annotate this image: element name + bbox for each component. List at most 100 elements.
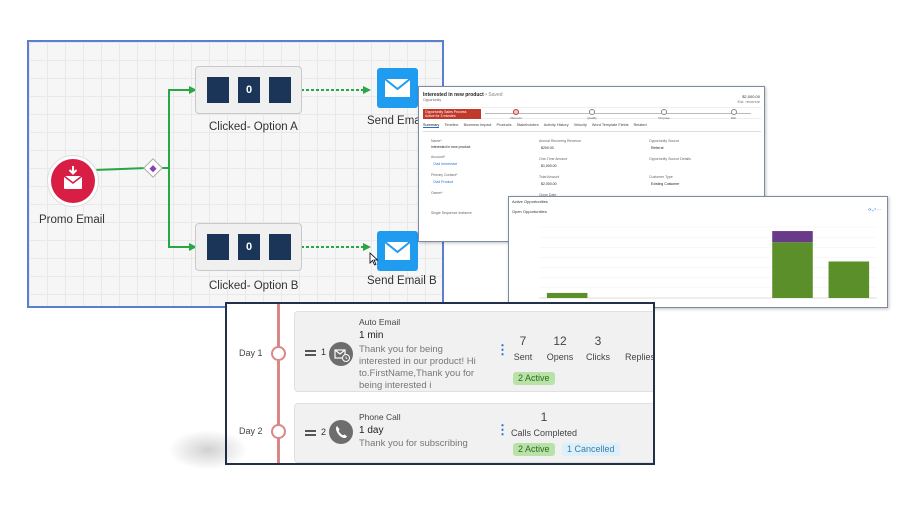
option-a-label: Clicked- Option A xyxy=(209,121,298,133)
condition-marker xyxy=(149,165,157,173)
timeline-dot xyxy=(271,424,286,439)
field-label: Primary Contact* xyxy=(431,173,458,177)
chart-bar-series-0[interactable] xyxy=(828,261,870,298)
day-label: Day 1 xyxy=(239,348,263,358)
opportunities-chart-panel[interactable]: Active Opportunities Open Opportunities … xyxy=(508,196,888,308)
field-label: Owner* xyxy=(431,191,443,195)
stage-win-label: Win xyxy=(730,116,737,120)
step-description: Thank you for subscribing xyxy=(359,438,468,449)
step-description: Thank you for being interested in our pr… xyxy=(359,344,476,391)
stat-opens: 12 Opens xyxy=(546,334,574,362)
one-time-amount-field[interactable]: $1,000.00 xyxy=(541,164,557,168)
send-email-b-node[interactable] xyxy=(377,231,418,271)
field-label: One-Time Amount xyxy=(539,157,568,161)
tab-business-impact[interactable]: Business Impact xyxy=(464,123,492,127)
drop-shadow xyxy=(168,430,248,470)
phone-icon xyxy=(329,420,353,444)
stage-propose-label: Propose xyxy=(658,116,670,120)
step-duration: 1 min xyxy=(359,330,384,341)
stage-discover-label: Discover xyxy=(510,116,523,120)
tile-block xyxy=(207,77,229,103)
opportunity-amount: $2,000.00 Est. revenue xyxy=(737,94,760,104)
tab-summary[interactable]: Summary xyxy=(423,123,440,128)
step-more-icon[interactable]: ⋮ xyxy=(496,343,509,356)
stage-discover-dot[interactable] xyxy=(513,109,519,115)
stat-replies: Replies xyxy=(624,352,655,362)
drag-handle-icon[interactable] xyxy=(305,354,316,356)
field-label: Total Amount xyxy=(539,175,560,179)
step-type: Phone Call xyxy=(359,412,401,422)
field-label: Single Sequence Instance xyxy=(431,211,472,215)
step-more-icon[interactable]: ⋮ xyxy=(496,423,509,436)
step-index: 1 xyxy=(321,347,327,357)
timeline-dot xyxy=(271,346,286,361)
status-badge[interactable]: 2 Active xyxy=(513,443,555,456)
stage-qualify-label: Qualify xyxy=(587,116,597,120)
envelope-icon xyxy=(384,241,411,260)
option-b-count: 0 xyxy=(238,234,260,260)
annual-revenue-field[interactable]: $200.00 xyxy=(541,146,554,150)
stage-qualify-dot[interactable] xyxy=(589,109,595,115)
tab-word-templates[interactable]: Word Template Fields xyxy=(592,123,629,127)
option-b-tile[interactable]: 0 xyxy=(195,223,302,271)
bar-chart xyxy=(539,226,877,299)
mouse-cursor-icon xyxy=(369,252,379,266)
tab-timeline[interactable]: Timeline xyxy=(444,123,458,127)
name-field[interactable]: Interested in new product xyxy=(431,145,470,149)
stat-calls-completed: 1 Calls Completed xyxy=(510,410,578,438)
field-label: Name* xyxy=(431,139,442,143)
stage-win-dot[interactable] xyxy=(731,109,737,115)
customer-type-field[interactable]: Existing Customer xyxy=(651,182,679,186)
stat-clicks: 3 Clicks xyxy=(586,334,610,362)
email-download-icon xyxy=(63,166,83,189)
option-b-label: Clicked- Option B xyxy=(209,280,299,292)
account-link[interactable]: Ovid Immersive xyxy=(433,162,457,166)
process-flag[interactable]: Opportunity Sales Process Active for 3 m… xyxy=(423,109,481,119)
contact-link[interactable]: Ovid Product xyxy=(433,180,453,184)
chart-bar-series-0[interactable] xyxy=(772,242,813,298)
total-amount-field[interactable]: $2,000.00 xyxy=(541,182,557,186)
opportunity-subtitle: Opportunity xyxy=(423,98,442,102)
timeline-rail xyxy=(277,304,280,463)
status-badge[interactable]: 1 Cancelled xyxy=(562,443,620,456)
journey-canvas[interactable]: Promo Email 0 Clicked- Option A 0 Clicke… xyxy=(27,40,444,308)
chart-bar-series-1[interactable] xyxy=(772,231,813,243)
step-type: Auto Email xyxy=(359,317,401,327)
drag-handle-icon[interactable] xyxy=(305,430,316,432)
send-email-b-label: Send Email B xyxy=(367,275,437,287)
tile-block xyxy=(269,234,291,260)
tab-activity-history[interactable]: Activity History xyxy=(544,123,569,127)
drag-handle-icon[interactable] xyxy=(305,350,316,352)
stage-line xyxy=(485,113,751,114)
tab-related[interactable]: Related xyxy=(634,123,647,127)
tile-block xyxy=(269,77,291,103)
sequence-step-card[interactable]: 2 Phone Call 1 day Thank you for subscri… xyxy=(294,403,653,463)
step-index: 2 xyxy=(321,427,327,437)
field-label: Opportunity Source Details xyxy=(649,157,691,161)
step-duration: 1 day xyxy=(359,425,384,436)
business-process-bar[interactable]: Opportunity Sales Process Active for 3 m… xyxy=(423,107,761,120)
option-a-tile[interactable]: 0 xyxy=(195,66,302,114)
field-label: Annual Recurring Revenue xyxy=(539,139,582,143)
envelope-icon xyxy=(384,78,411,97)
chart-bar-series-0[interactable] xyxy=(546,292,588,298)
source-field[interactable]: Referral xyxy=(651,146,663,150)
field-label: Opportunity Source xyxy=(649,139,680,143)
promo-email-label: Promo Email xyxy=(39,214,105,226)
record-tabs: Summary Timeline Business Impact Product… xyxy=(423,123,761,132)
sequence-step-card[interactable]: 1 Auto Email 1 min Thank you for being i… xyxy=(294,311,655,392)
option-a-count: 0 xyxy=(238,77,260,103)
stage-propose-dot[interactable] xyxy=(661,109,667,115)
field-label: Account* xyxy=(431,155,446,159)
sequence-panel: Day 1 1 Auto Email 1 min Thank you for b… xyxy=(225,302,655,465)
tab-stakeholders[interactable]: Stakeholders xyxy=(517,123,539,127)
tab-velocity[interactable]: Velocity xyxy=(574,123,587,127)
tile-block xyxy=(207,234,229,260)
email-icon xyxy=(329,342,353,366)
tab-products[interactable]: Products xyxy=(497,123,512,127)
field-label: Customer Type xyxy=(649,175,673,179)
promo-email-node[interactable] xyxy=(51,159,95,203)
drag-handle-icon[interactable] xyxy=(305,434,316,436)
send-email-a-node[interactable] xyxy=(377,68,418,108)
status-badge[interactable]: 2 Active xyxy=(513,372,555,385)
